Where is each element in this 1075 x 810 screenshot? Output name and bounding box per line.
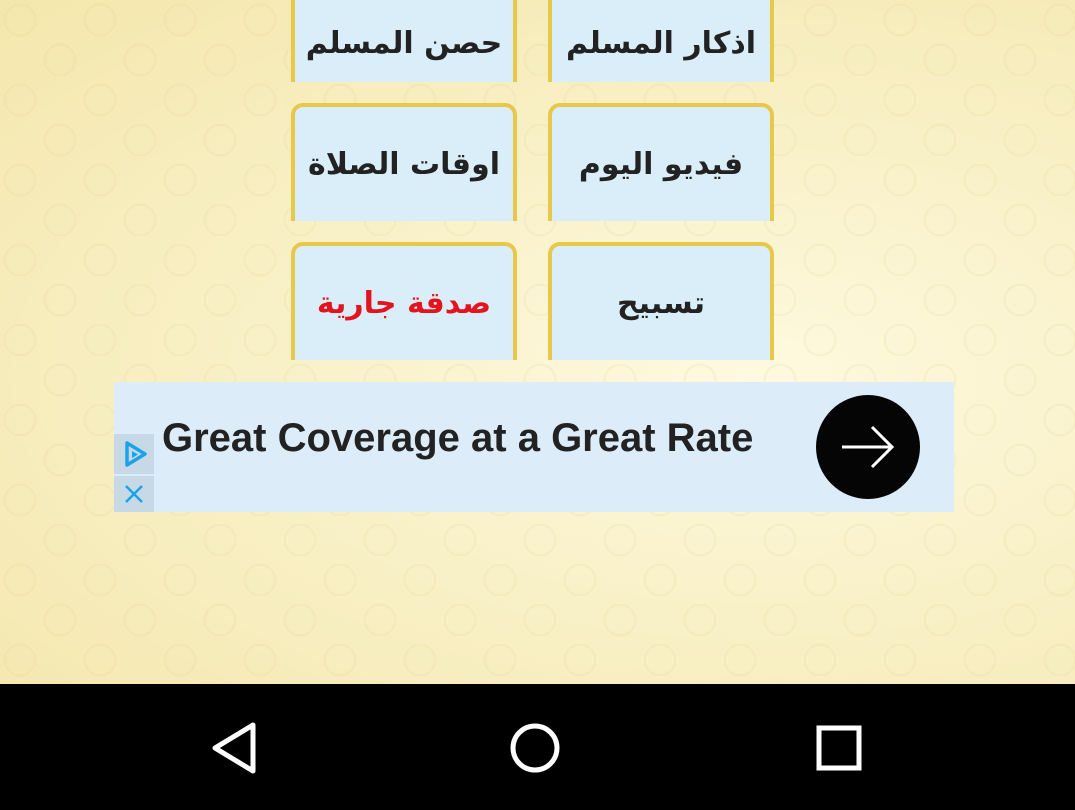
- ad-headline[interactable]: Great Coverage at a Great Rate: [162, 416, 753, 461]
- back-triangle-icon[interactable]: [206, 720, 262, 776]
- tile-video-today[interactable]: فيديو اليوم: [548, 103, 774, 221]
- tile-label: صدقة جارية: [316, 285, 492, 321]
- tile-tasbeeh[interactable]: تسبيح: [548, 242, 774, 360]
- arrow-right-icon[interactable]: [816, 395, 920, 499]
- tile-prayer-times[interactable]: اوقات الصلاة: [291, 103, 517, 221]
- tile-label: اذكار المسلم: [565, 25, 757, 61]
- tile-azkar-muslim[interactable]: اذكار المسلم: [548, 0, 774, 82]
- adchoices-icon[interactable]: [114, 434, 154, 474]
- recents-square-icon[interactable]: [811, 720, 867, 776]
- tile-sadaqa-jariya[interactable]: صدقة جارية: [291, 242, 517, 360]
- home-circle-icon[interactable]: [507, 720, 563, 776]
- tile-label: اوقات الصلاة: [307, 146, 501, 182]
- background-pattern: [0, 0, 1075, 684]
- tile-label: تسبيح: [617, 285, 705, 321]
- app-background: حصن المسلم اذكار المسلم اوقات الصلاة فيد…: [0, 0, 1075, 684]
- tile-hisn-muslim[interactable]: حصن المسلم: [291, 0, 517, 82]
- navigation-bar: [0, 684, 1075, 810]
- ad-banner[interactable]: Great Coverage at a Great Rate: [114, 382, 954, 512]
- tile-label: فيديو اليوم: [578, 146, 744, 182]
- close-icon[interactable]: [114, 476, 154, 512]
- tile-label: حصن المسلم: [305, 25, 503, 61]
